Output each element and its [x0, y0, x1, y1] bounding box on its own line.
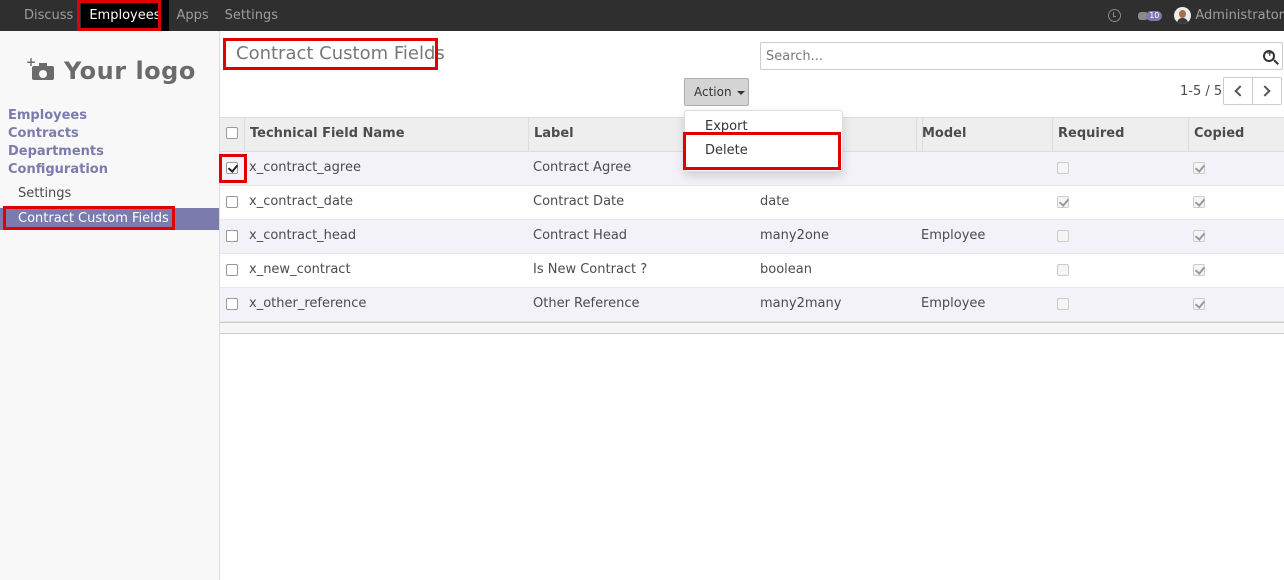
cell-model: [916, 186, 921, 219]
required-checkbox: [1057, 298, 1069, 310]
copied-checkbox: [1193, 264, 1205, 276]
cell-type: date: [760, 194, 790, 209]
cell-type: many2many: [760, 296, 842, 311]
user-menu[interactable]: Administrator: [1195, 8, 1284, 23]
menu-settings[interactable]: Settings: [217, 0, 286, 31]
cell-type: many2one: [760, 228, 830, 243]
cell-technical-name: x_contract_head: [249, 228, 357, 243]
required-checkbox: [1057, 230, 1069, 242]
table-row[interactable]: x_new_contract Is New Contract ? boolean: [220, 254, 1284, 288]
table-row[interactable]: x_other_reference Other Reference many2m…: [220, 288, 1284, 322]
menu-item-delete[interactable]: Delete: [705, 143, 748, 158]
row-select-checkbox[interactable]: [226, 264, 238, 276]
sidebar-item-settings[interactable]: Settings: [18, 186, 71, 201]
cell-model: Employee: [921, 296, 986, 311]
systray: 10 Administrator: [1108, 0, 1284, 31]
required-checkbox: [1057, 196, 1069, 208]
column-model[interactable]: Model: [917, 118, 1053, 151]
clock-icon[interactable]: [1108, 9, 1122, 22]
row-select-checkbox[interactable]: [226, 196, 238, 208]
cell-type: boolean: [760, 262, 812, 277]
cell-model: [916, 254, 921, 287]
copied-checkbox: [1193, 162, 1205, 174]
sidebar: + Your logo Employees Contracts Departme…: [0, 31, 220, 580]
cell-label: Contract Agree: [533, 160, 632, 175]
row-select-checkbox[interactable]: [226, 162, 238, 174]
sidebar-item-employees[interactable]: Employees: [8, 108, 87, 123]
required-checkbox: [1057, 264, 1069, 276]
sidebar-item-contracts[interactable]: Contracts: [8, 126, 79, 141]
pager-value[interactable]: 1-5 / 5: [1180, 84, 1222, 99]
menu-item-export[interactable]: Export: [705, 119, 748, 134]
cell-technical-name: x_other_reference: [249, 296, 367, 311]
copied-checkbox: [1193, 196, 1205, 208]
cell-label: Contract Date: [533, 194, 625, 209]
column-copied[interactable]: Copied: [1189, 118, 1284, 151]
cell-label: Other Reference: [533, 296, 640, 311]
page-title: Contract Custom Fields: [236, 43, 445, 64]
user-avatar[interactable]: [1174, 7, 1192, 24]
sidebar-item-departments[interactable]: Departments: [8, 144, 104, 159]
chevron-right-icon: [1259, 85, 1271, 97]
sidebar-item-configuration[interactable]: Configuration: [8, 162, 108, 177]
search-box: +: [760, 42, 1283, 70]
menu-discuss[interactable]: Discuss: [16, 0, 81, 31]
search-icon[interactable]: +: [1263, 49, 1275, 62]
logo-text: Your logo: [64, 57, 196, 85]
copied-checkbox: [1193, 230, 1205, 242]
message-count-badge: 10: [1146, 10, 1163, 21]
required-checkbox: [1057, 162, 1069, 174]
cell-label: Is New Contract ?: [533, 262, 648, 277]
row-select-checkbox[interactable]: [226, 230, 238, 242]
chevron-left-icon: [1234, 85, 1246, 97]
select-all-checkbox[interactable]: [226, 127, 238, 139]
cell-technical-name: x_new_contract: [249, 262, 351, 277]
copied-checkbox: [1193, 298, 1205, 310]
action-dropdown-menu: Export Delete: [684, 110, 843, 172]
cell-label: Contract Head: [533, 228, 628, 243]
table-footer: [220, 322, 1284, 334]
cell-model: Employee: [921, 228, 986, 243]
messages-button[interactable]: 10: [1138, 10, 1163, 21]
menu-apps[interactable]: Apps: [169, 0, 217, 31]
top-navbar: Discuss Employees Apps Settings 10 Admin…: [0, 0, 1284, 31]
menu-employees[interactable]: Employees: [81, 0, 169, 31]
main-menu: Discuss Employees Apps Settings: [16, 0, 286, 31]
action-button[interactable]: Action: [684, 78, 749, 106]
cell-model: [916, 152, 921, 185]
row-select-checkbox[interactable]: [226, 298, 238, 310]
caret-down-icon: [737, 90, 746, 95]
action-button-label: Action: [694, 85, 732, 99]
column-technical-field-name[interactable]: Technical Field Name: [245, 118, 529, 151]
cell-technical-name: x_contract_agree: [249, 160, 361, 175]
company-logo: + Your logo: [20, 49, 200, 93]
table-row[interactable]: x_contract_head Contract Head many2one E…: [220, 220, 1284, 254]
select-all-cell: [220, 118, 245, 151]
column-required[interactable]: Required: [1053, 118, 1189, 151]
sidebar-item-contract-custom-fields[interactable]: Contract Custom Fields: [0, 208, 219, 230]
camera-icon: +: [26, 56, 54, 80]
pager-next-button[interactable]: [1252, 77, 1282, 105]
pager-previous-button[interactable]: [1223, 77, 1253, 105]
table-row[interactable]: x_contract_date Contract Date date: [220, 186, 1284, 220]
cell-technical-name: x_contract_date: [249, 194, 353, 209]
search-input[interactable]: [761, 43, 1251, 69]
